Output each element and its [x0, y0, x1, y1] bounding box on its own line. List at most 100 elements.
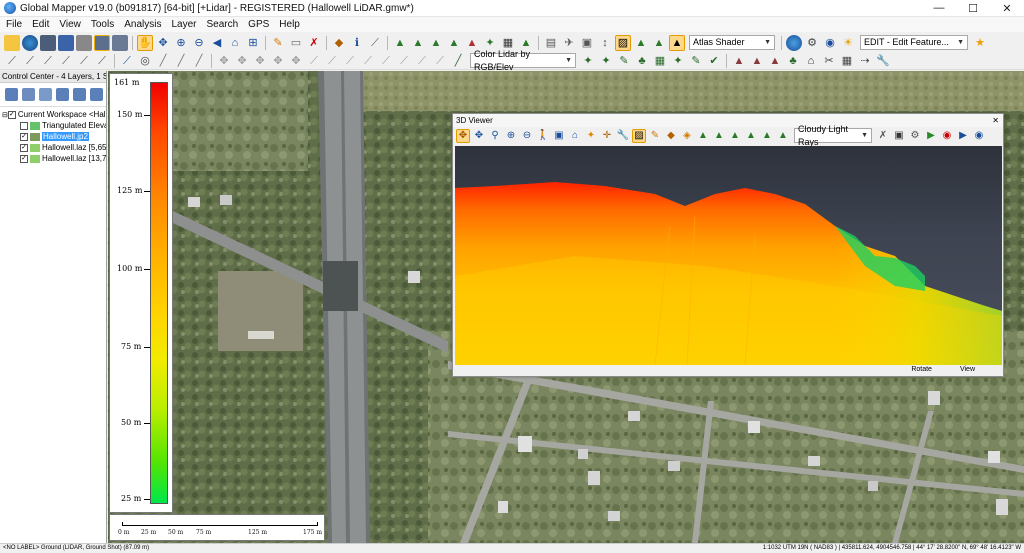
smooth-icon[interactable]: ⟋ — [396, 53, 412, 69]
layer-checkbox[interactable]: ✓ — [7, 110, 16, 119]
terrain-shader-icon[interactable]: ▲ — [392, 35, 408, 51]
zoom-extent-icon[interactable]: ⊞ — [245, 35, 261, 51]
layer-hallowell-laz-2[interactable]: ✓ Hallowell.laz [13,778,85 — [0, 153, 106, 164]
star-icon[interactable]: ★ — [972, 35, 988, 51]
menu-edit[interactable]: Edit — [32, 19, 49, 30]
fly-through-icon[interactable]: ✈ — [561, 35, 577, 51]
vertex-tool-icon[interactable]: ✥ — [252, 53, 268, 69]
menu-file[interactable]: File — [6, 19, 22, 30]
menu-gps[interactable]: GPS — [248, 19, 269, 30]
measure-icon[interactable]: ◆ — [664, 129, 678, 143]
line-style-3-icon[interactable]: ╱ — [191, 53, 207, 69]
layer-checkbox[interactable]: ✓ — [20, 132, 28, 141]
draw-rect-icon[interactable]: ⟋ — [58, 53, 74, 69]
menu-search[interactable]: Search — [206, 19, 238, 30]
scale-feature-icon[interactable]: ⟋ — [378, 53, 394, 69]
measure-line-icon[interactable]: ⟋ — [432, 53, 448, 69]
layer-hallowell-laz-1[interactable]: ✓ Hallowell.laz [5,655,139 — [0, 142, 106, 153]
pencil-icon[interactable]: ✎ — [270, 35, 286, 51]
lidar-tree-icon[interactable]: ♣ — [634, 53, 650, 69]
orbit-icon[interactable]: ✥ — [456, 128, 470, 143]
gear-icon[interactable]: ⚙ — [804, 35, 820, 51]
settings-icon[interactable]: ⚙ — [908, 129, 922, 143]
buffer-icon[interactable]: ⟋ — [342, 53, 358, 69]
digitize-icon[interactable]: ▭ — [288, 35, 304, 51]
globe-icon[interactable] — [22, 34, 38, 51]
water-level-icon[interactable]: ▲ — [728, 129, 742, 143]
play-icon[interactable]: ▶ — [924, 129, 938, 143]
menu-help[interactable]: Help — [279, 19, 300, 30]
zoom-out-icon[interactable]: ⊖ — [520, 129, 534, 143]
select-tool-icon[interactable]: ✋ — [137, 34, 153, 51]
layer-triangulated-elevation[interactable]: Triangulated Elevation — [0, 120, 106, 131]
draw-text-icon[interactable]: ⟋ — [94, 53, 110, 69]
hillshade-icon[interactable]: ▲ — [669, 34, 685, 51]
layer-checkbox[interactable]: ✓ — [20, 143, 28, 152]
lidar-draw-icon[interactable]: ✎ — [616, 53, 632, 69]
sun-icon[interactable]: ☀ — [840, 35, 856, 51]
info-icon[interactable]: ℹ — [349, 35, 365, 51]
shader-select[interactable]: Atlas Shader ▼ — [689, 35, 775, 50]
lidar-lasso-icon[interactable]: ✦ — [670, 53, 686, 69]
camera-icon[interactable]: ◉ — [972, 129, 986, 143]
line-style-icon[interactable]: ╱ — [155, 53, 171, 69]
save-icon[interactable] — [58, 34, 74, 51]
draw-area-icon[interactable]: ⟋ — [22, 53, 38, 69]
tools-icon[interactable]: ✗ — [876, 129, 890, 143]
crosshair-icon[interactable]: ✛ — [600, 129, 614, 143]
lidar-building-icon[interactable]: ▦ — [652, 53, 668, 69]
open-folder-icon[interactable] — [4, 34, 20, 51]
web-globe-icon[interactable] — [786, 34, 802, 51]
feature-edit-icon[interactable]: ⟋ — [119, 53, 135, 69]
lidar-profile-icon[interactable]: ✎ — [688, 53, 704, 69]
mountain-icon[interactable]: ▲ — [767, 53, 783, 69]
cut-icon[interactable]: ✂ — [821, 53, 837, 69]
terrain-icon[interactable]: ▲ — [696, 129, 710, 143]
ruler-icon[interactable]: ╱ — [450, 53, 466, 69]
home-icon[interactable]: ⌂ — [227, 35, 243, 51]
print-icon[interactable] — [76, 34, 92, 51]
layer-metadata-icon[interactable] — [39, 88, 52, 101]
zoom-icon[interactable]: ⚲ — [488, 129, 502, 143]
arrow-icon[interactable]: ⇢ — [857, 53, 873, 69]
capture-icon[interactable]: ▣ — [579, 35, 595, 51]
layer-checkbox[interactable] — [20, 121, 28, 130]
draw-line-icon[interactable]: ⟋ — [4, 53, 20, 69]
lidar-points-icon[interactable]: ▲ — [760, 129, 774, 143]
hatch-icon[interactable]: ▨ — [615, 34, 631, 51]
tree-icon[interactable]: ♣ — [785, 53, 801, 69]
layer-checkbox[interactable]: ✓ — [20, 154, 28, 163]
sun-position-icon[interactable]: ✦ — [584, 129, 598, 143]
lighting-icon[interactable]: ▲ — [776, 129, 790, 143]
grid-icon[interactable]: ▦ — [839, 53, 855, 69]
edit-mode-select[interactable]: EDIT - Edit Feature... ▼ — [860, 35, 968, 50]
line-style-2-icon[interactable]: ╱ — [173, 53, 189, 69]
view-shed-icon[interactable]: ▲ — [428, 35, 444, 51]
home-icon[interactable]: ⌂ — [568, 129, 582, 143]
menu-layer[interactable]: Layer — [171, 19, 196, 30]
layer-remove-icon[interactable] — [90, 88, 103, 101]
split-icon[interactable]: ✥ — [270, 53, 286, 69]
vertical-exag-icon[interactable]: ▲ — [744, 129, 758, 143]
record-icon[interactable]: ◉ — [940, 129, 954, 143]
shader-toggle-icon[interactable]: ▲ — [651, 35, 667, 51]
move-vertex-icon[interactable]: ✥ — [216, 53, 232, 69]
layer-zoom-icon[interactable] — [73, 88, 86, 101]
3d-viewer-window[interactable]: 3D Viewer ✕ ✥ ✥ ⚲ ⊕ ⊖ 🚶 ▣ ⌂ ✦ ✛ 🔧 ▨ ✎ ◆ … — [452, 113, 1004, 377]
elevation-legend-icon[interactable]: ▲ — [633, 35, 649, 51]
zoom-out-icon[interactable]: ⊖ — [191, 35, 207, 51]
lidar-qc-icon[interactable]: ✔ — [706, 53, 722, 69]
pan-icon[interactable]: ✥ — [472, 129, 486, 143]
zoom-in-icon[interactable]: ⊕ — [504, 129, 518, 143]
draw-point-icon[interactable]: ⟋ — [40, 53, 56, 69]
vertical-scale-icon[interactable]: ↕ — [597, 35, 613, 51]
3d-viewer-canvas[interactable] — [455, 146, 1002, 365]
layer-workspace[interactable]: ⊟ ✓ Current Workspace <Hallo — [0, 109, 106, 120]
delete-icon[interactable]: ✗ — [306, 35, 322, 51]
menu-analysis[interactable]: Analysis — [124, 19, 161, 30]
wrench-icon[interactable]: 🔧 — [616, 129, 630, 143]
rotate-feature-icon[interactable]: ⟋ — [360, 53, 376, 69]
sky-select[interactable]: Cloudy Light Rays ▼ — [794, 124, 872, 147]
terrain-3d-icon[interactable]: ▲ — [410, 35, 426, 51]
3d-viewer-close-button[interactable]: ✕ — [992, 114, 999, 127]
